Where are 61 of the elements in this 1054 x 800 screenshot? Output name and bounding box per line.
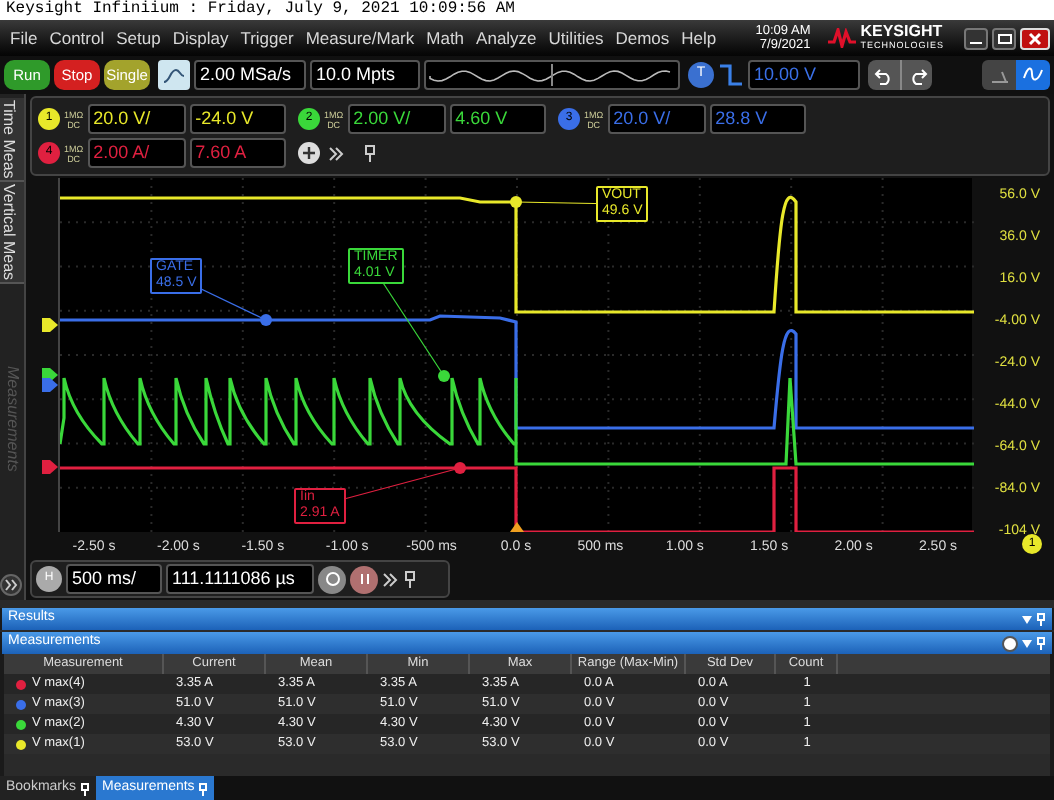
caret-icon <box>1022 615 1032 623</box>
menu-item[interactable]: Analyze <box>476 25 537 51</box>
channel-scale-field[interactable]: 2.00 A/ <box>87 138 186 168</box>
channel-offset-field[interactable]: 28.8 V <box>709 104 806 134</box>
add-button[interactable] <box>298 142 320 164</box>
wave-logo-icon <box>828 28 857 48</box>
pin-icon <box>80 781 91 795</box>
channel-offset-field[interactable]: 4.60 V <box>449 104 546 134</box>
pin-icon <box>198 781 209 795</box>
menu-item[interactable]: Utilities <box>548 25 604 51</box>
side-tab[interactable]: Time Meas <box>0 98 24 183</box>
expand-button[interactable] <box>0 574 22 596</box>
sample-rate-field[interactable]: 2.00 MSa/s <box>194 60 306 90</box>
trigger-level-field[interactable]: 10.00 V <box>748 60 860 90</box>
menu-item[interactable]: Measure/Mark <box>305 25 415 51</box>
channel-offset-field[interactable]: 7.60 A <box>189 138 286 168</box>
undo-button[interactable] <box>868 60 900 90</box>
falling-edge-icon <box>718 62 744 88</box>
redo-button[interactable] <box>900 60 932 90</box>
menu-item[interactable]: File <box>10 25 38 51</box>
plus-icon <box>302 146 316 160</box>
menu-item[interactable]: Trigger <box>240 25 294 51</box>
menu-item[interactable]: Help <box>681 25 717 51</box>
pin-icon <box>362 144 378 162</box>
zoom-button[interactable] <box>318 565 346 593</box>
logo-text: KEYSIGHT <box>860 24 944 38</box>
settings-icon[interactable] <box>1002 635 1018 651</box>
navigation-button[interactable] <box>350 565 378 593</box>
autoscale-button[interactable] <box>158 60 190 90</box>
close-icon <box>1028 31 1042 45</box>
channel-scale-field[interactable]: 2.00 V/ <box>347 104 446 134</box>
chevrons-icon <box>328 145 344 161</box>
memory-depth-field[interactable]: 10.0 Mpts <box>310 60 420 90</box>
pin-icon <box>402 570 418 588</box>
menu-item[interactable]: Control <box>49 25 105 51</box>
curve-icon <box>162 65 186 85</box>
chevrons-icon <box>382 571 398 587</box>
channel-offset-field[interactable]: -24.0 V <box>189 104 286 134</box>
channel-scale-field[interactable]: 20.0 V/ <box>87 104 186 134</box>
side-tab[interactable]: Vertical Meas <box>0 182 24 285</box>
waveform-view-button[interactable] <box>1016 60 1050 90</box>
undo-icon <box>874 65 894 85</box>
menu-item[interactable]: Display <box>172 25 229 51</box>
pin-icon <box>1036 636 1046 650</box>
menu-item[interactable]: Setup <box>116 25 161 51</box>
channel-scale-field[interactable]: 20.0 V/ <box>607 104 706 134</box>
maximize-button[interactable] <box>992 27 1016 49</box>
close-button[interactable] <box>1020 27 1050 49</box>
horizontal-position-field[interactable]: 111.1111086 µs <box>166 564 314 594</box>
redo-icon <box>907 65 927 85</box>
menu-item[interactable]: Math <box>426 25 465 51</box>
trigger-marker-icon <box>510 522 524 532</box>
minimize-button[interactable] <box>964 27 988 49</box>
chevrons-icon <box>4 578 18 592</box>
toolbar-toggle-button[interactable] <box>982 60 1016 90</box>
horizontal-scale-field[interactable]: 500 ms/ <box>66 564 162 594</box>
pin-icon <box>1036 612 1046 626</box>
window-title: Keysight Infiniium : Friday, July 9, 2021 10:09:56 AM <box>0 0 1054 20</box>
bars-icon <box>357 572 371 586</box>
menu-item[interactable]: Demos <box>615 25 670 51</box>
caret-icon <box>1022 639 1032 647</box>
